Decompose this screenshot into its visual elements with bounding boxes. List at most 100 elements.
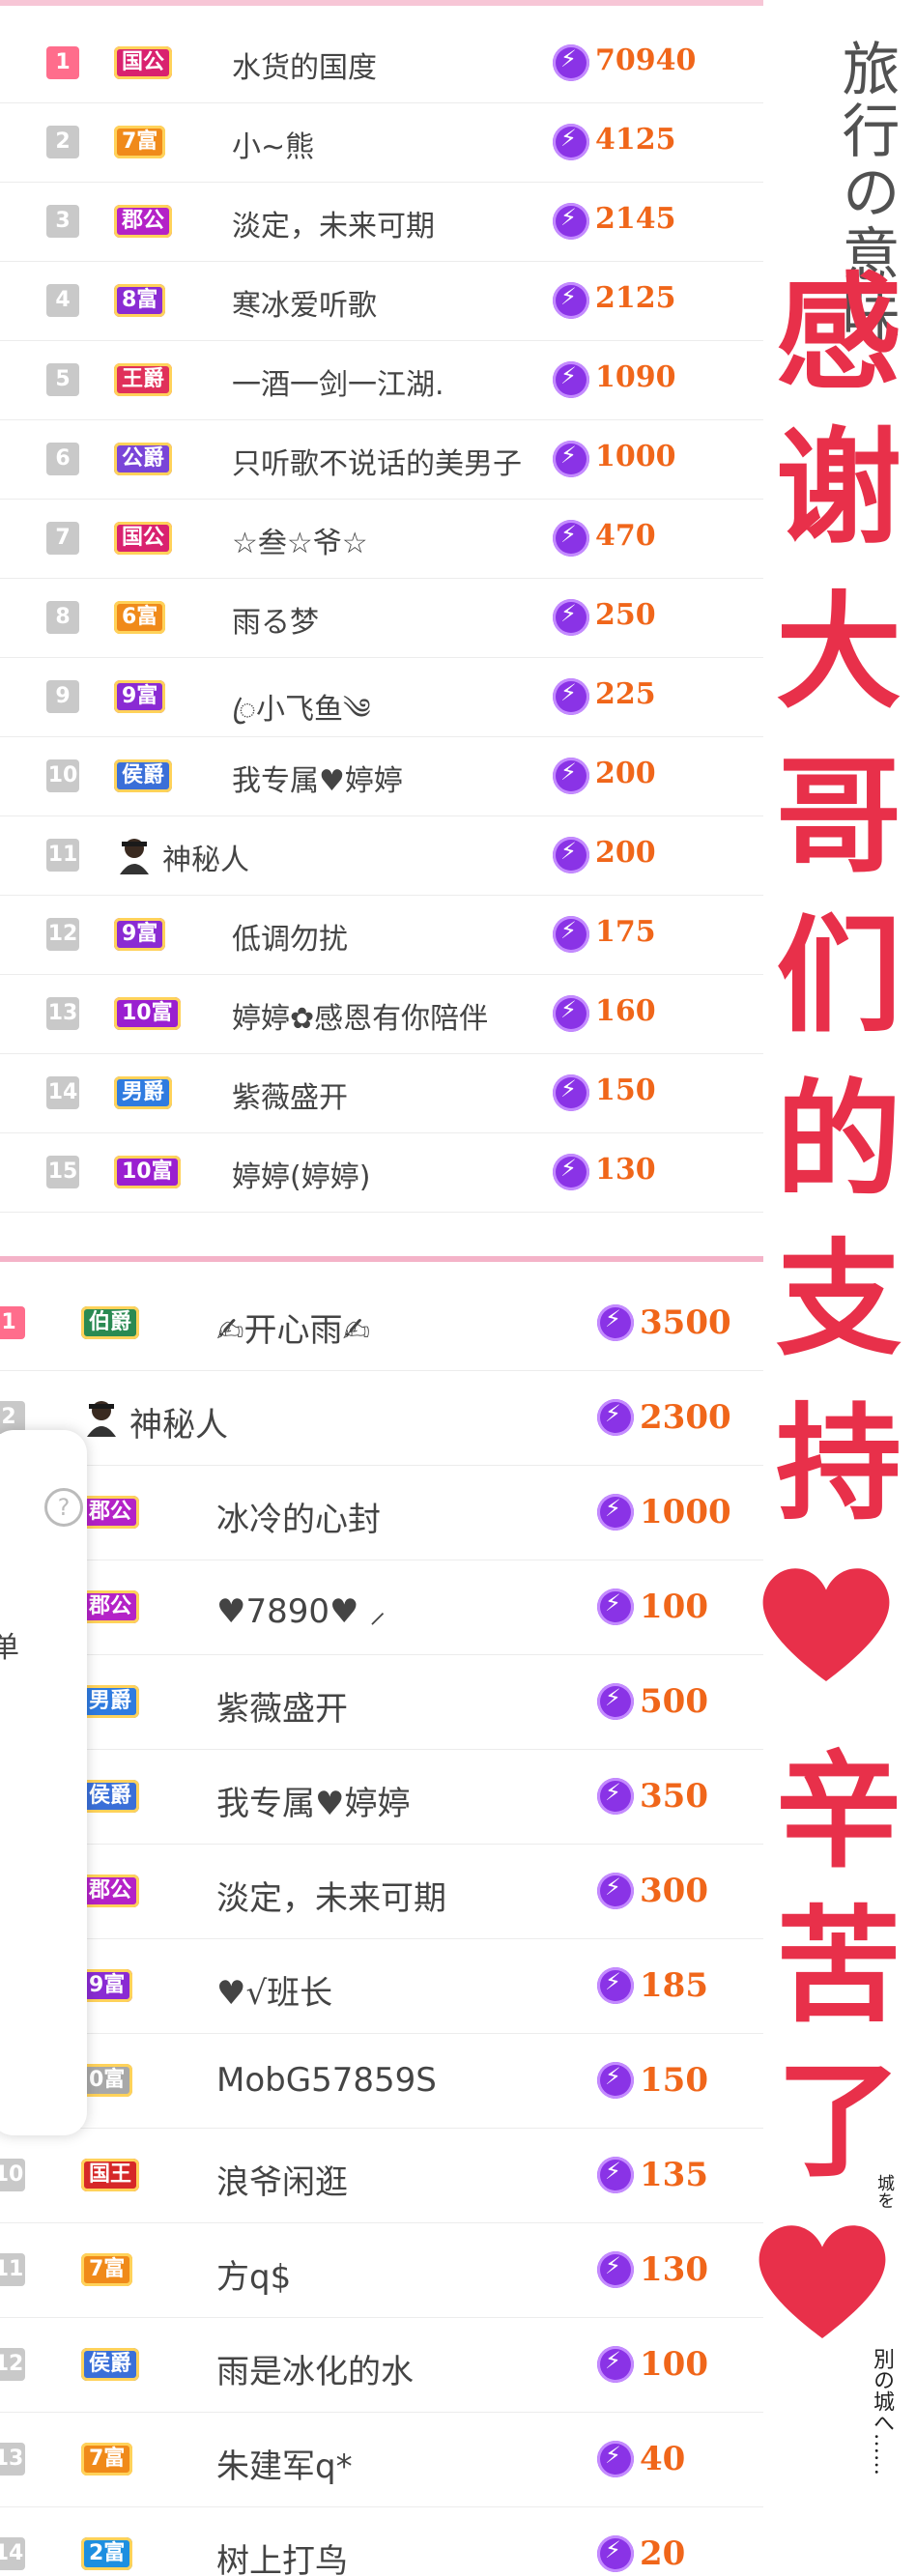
user-name: 淡定，未来可期: [216, 1879, 446, 1918]
score-value: 70940: [595, 43, 697, 77]
score-value: 4125: [595, 123, 676, 157]
lightning-coin-icon: [597, 1778, 634, 1815]
lightning-coin-icon: [553, 203, 589, 240]
score-value: 200: [595, 757, 656, 790]
list-item[interactable]: 11 7富 方q$ 130: [0, 2222, 763, 2318]
lightning-coin-icon: [553, 441, 589, 477]
lightning-coin-icon: [553, 124, 589, 160]
user-name: ✍开心雨✍: [216, 1311, 370, 1350]
user-name: 雨る梦: [232, 606, 319, 640]
score-value: 250: [595, 598, 656, 632]
ranking-list-bottom: 1 伯爵 ✍开心雨✍ 3500 2 神秘人 2300 郡公 冰冷的心封 1000 郡公 ♥7890♥ …: [0, 1256, 763, 2576]
list-item[interactable]: 13 7富 朱建军q* 40: [0, 2412, 763, 2507]
rank-number: 1: [0, 1306, 25, 1339]
rank-number: 14: [46, 1076, 79, 1109]
lightning-coin-icon: [597, 1873, 634, 1909]
user-name: 方q$: [216, 2258, 292, 2297]
user-name: 只听歌不说话的美男子: [232, 447, 522, 481]
rank-number: 12: [46, 918, 79, 951]
user-name: 小~熊: [232, 130, 315, 164]
lightning-coin-icon: [597, 1967, 634, 2004]
rank-badge: 7富: [114, 126, 166, 158]
overlay-char: 哥: [775, 743, 902, 890]
lightning-coin-icon: [597, 2251, 634, 2288]
list-item[interactable]: 男爵 紫薇盛开 500: [0, 1654, 763, 1750]
lightning-coin-icon: [597, 2157, 634, 2193]
score-value: 2125: [595, 281, 676, 315]
rank-number: 1: [46, 46, 79, 79]
lightning-coin-icon: [553, 361, 589, 398]
list-item[interactable]: 7 国公 ☆叁☆爷☆ 470: [0, 499, 763, 579]
overlay-char: 持: [775, 1390, 902, 1537]
score-value: 160: [595, 994, 656, 1028]
list-item[interactable]: 郡公 ♥7890♥ ⸝ 100: [0, 1560, 763, 1655]
list-item[interactable]: 99富ꦿ小飞鱼༄225: [0, 657, 763, 737]
list-item[interactable]: 12 9富 低调勿扰 175: [0, 895, 763, 975]
overlay-char: 苦: [775, 1893, 902, 2040]
ranking-list-top: 1 国公 水货的国度 70940 2 7富 小~熊 4125 3 郡公 淡定，未来可期 2145 4 8富…: [0, 0, 763, 1252]
list-item[interactable]: 10 国王 浪爷闲逛 135: [0, 2128, 763, 2223]
rank-badge: 伯爵: [81, 1306, 140, 1339]
rank-number: 5: [46, 363, 79, 396]
help-icon[interactable]: ?: [44, 1488, 83, 1527]
list-item[interactable]: 侯爵 我专属♥婷婷 350: [0, 1749, 763, 1845]
list-item[interactable]: 郡公 冰冷的心封 1000: [0, 1465, 763, 1560]
score-value: 100: [640, 1588, 708, 1626]
score-value: 175: [595, 915, 656, 949]
list-item[interactable]: 142富树上打鸟20: [0, 2506, 763, 2576]
list-item[interactable]: 2 神秘人 2300: [0, 1370, 763, 1466]
rank-badge: 7富: [81, 2253, 133, 2286]
user-name: 朱建军q*: [216, 2447, 353, 2486]
user-name: 低调勿扰: [232, 923, 348, 957]
list-item[interactable]: 0富 MobG57859S 150: [0, 2033, 763, 2129]
score-value: 150: [640, 2061, 708, 2100]
user-name: 婷婷✿感恩有你陪伴: [232, 1002, 489, 1036]
rank-number: 12: [0, 2348, 25, 2381]
user-name: 神秘人: [162, 844, 249, 877]
list-item[interactable]: 6 公爵 只听歌不说话的美男子 1000: [0, 419, 763, 500]
lightning-coin-icon: [597, 2062, 634, 2099]
lightning-coin-icon: [553, 758, 589, 794]
rank-number: 13: [46, 997, 79, 1030]
list-item[interactable]: 14 男爵 紫薇盛开 150: [0, 1053, 763, 1133]
rank-badge: 9富: [81, 1969, 133, 2002]
list-item[interactable]: 2 7富 小~熊 4125: [0, 102, 763, 183]
rank-badge: 王爵: [114, 363, 173, 396]
rank-badge: 郡公: [81, 1496, 140, 1529]
user-name: 浪爷闲逛: [216, 2163, 348, 2202]
list-item[interactable]: 8 6富 雨る梦 250: [0, 578, 763, 658]
overlay-char: 谢: [775, 415, 902, 561]
corner-text-bottom: 別の城へ……: [870, 2348, 894, 2476]
list-item[interactable]: 1 国公 水货的国度 70940: [0, 23, 763, 103]
lightning-coin-icon: [553, 599, 589, 636]
list-item[interactable]: 10 侯爵 我专属♥婷婷 200: [0, 736, 763, 816]
list-item[interactable]: 12 侯爵 雨是冰化的水 100: [0, 2317, 763, 2413]
score-value: 1000: [595, 440, 676, 473]
rank-badge: 8富: [114, 284, 166, 317]
rank-badge: 10富: [114, 997, 181, 1030]
user-name: 神秘人: [129, 1406, 228, 1445]
list-item[interactable]: 1 伯爵 ✍开心雨✍ 3500: [0, 1275, 763, 1371]
rank-badge: 郡公: [114, 205, 173, 238]
list-item[interactable]: 5 王爵 一酒一剑一江湖. 1090: [0, 340, 763, 420]
lightning-coin-icon: [597, 1589, 634, 1625]
rank-badge: 侯爵: [81, 2348, 140, 2381]
list-item[interactable]: 郡公 淡定，未来可期 300: [0, 1844, 763, 1939]
list-item[interactable]: 13 10富 婷婷✿感恩有你陪伴 160: [0, 974, 763, 1054]
rank-badge: 侯爵: [114, 759, 173, 792]
list-item[interactable]: 15 10富 婷婷(婷婷) 130: [0, 1132, 763, 1213]
rank-number: 11: [46, 839, 79, 872]
rank-badge: 侯爵: [81, 1780, 140, 1813]
rank-badge: 0富: [81, 2064, 133, 2097]
list-item[interactable]: 3 郡公 淡定，未来可期 2145: [0, 182, 763, 262]
list-item[interactable]: 9富 ♥√班长 185: [0, 1938, 763, 2034]
side-popup[interactable]: ? 单: [0, 1430, 87, 2135]
list-item[interactable]: 11 神秘人 200: [0, 816, 763, 896]
lightning-coin-icon: [553, 282, 589, 319]
rank-number: 9: [46, 680, 79, 713]
rank-number: 10: [0, 2159, 25, 2191]
rank-badge: 2富: [81, 2537, 133, 2570]
heart-icon: [759, 2225, 886, 2338]
score-value: 135: [640, 2156, 708, 2194]
list-item[interactable]: 4 8富 寒冰爱听歌 2125: [0, 261, 763, 341]
